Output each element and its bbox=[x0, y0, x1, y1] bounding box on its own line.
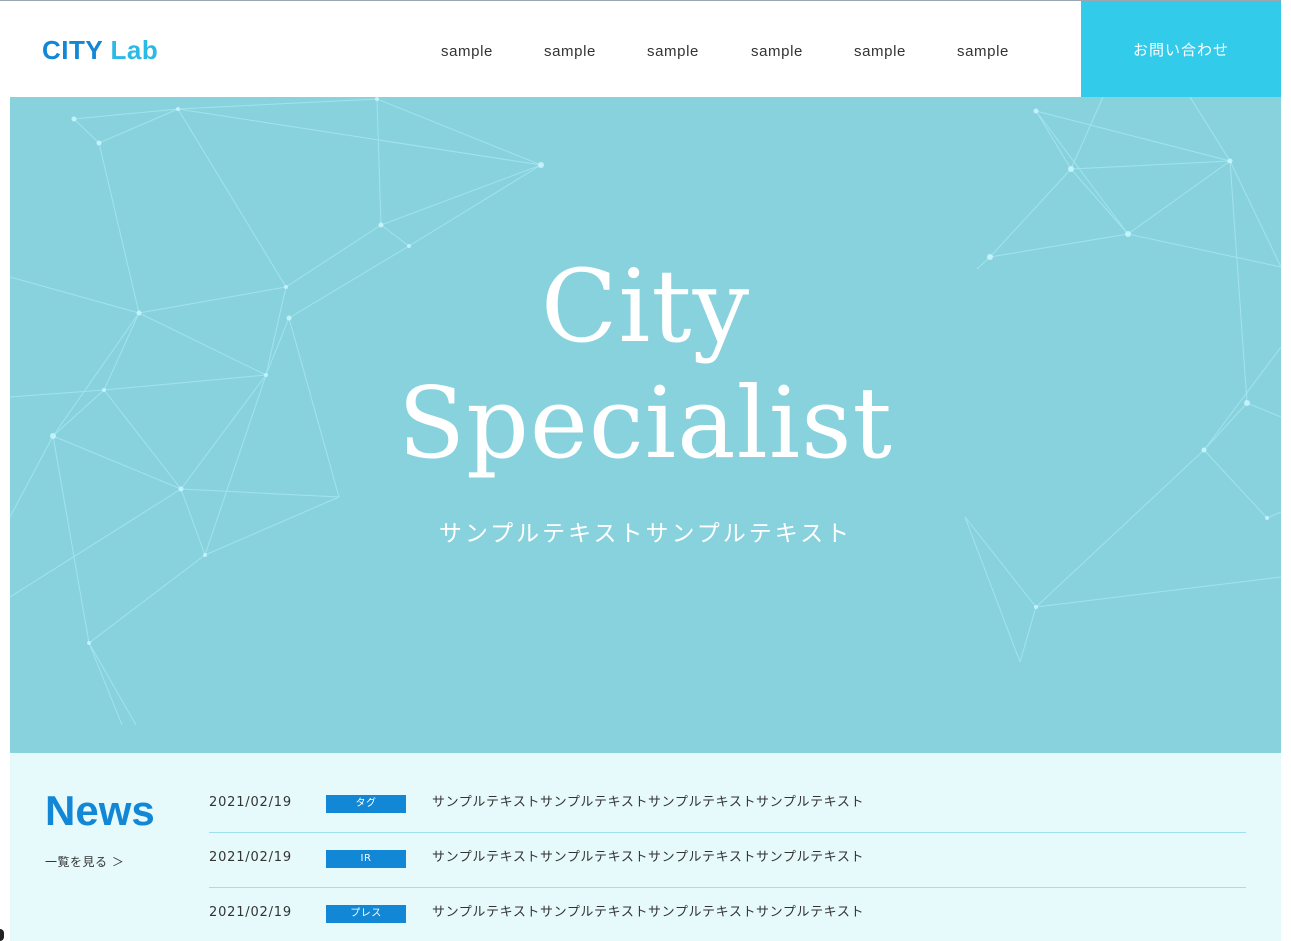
news-heading: News bbox=[45, 787, 155, 834]
contact-button[interactable]: お問い合わせ bbox=[1081, 1, 1281, 98]
news-section: News 一覧を見る ＞ 2021/02/19 タグ サンプルテキストサンプルテ… bbox=[10, 753, 1281, 941]
nav-item-6[interactable]: sample bbox=[957, 41, 1009, 63]
news-view-all-link[interactable]: 一覧を見る ＞ bbox=[45, 853, 124, 871]
window-corner-marker bbox=[0, 929, 4, 941]
hero-subtitle: サンプルテキストサンプルテキスト bbox=[438, 521, 853, 547]
news-item[interactable]: 2021/02/19 プレス サンプルテキストサンプルテキストサンプルテキストサ… bbox=[209, 863, 1246, 923]
news-headline[interactable]: サンプルテキストサンプルテキストサンプルテキストサンプルテキスト bbox=[432, 904, 864, 922]
hero-title-line-2: Specialist bbox=[398, 367, 893, 481]
news-item[interactable]: 2021/02/19 IR サンプルテキストサンプルテキストサンプルテキストサン… bbox=[209, 808, 1246, 888]
site-logo[interactable]: CITY Lab bbox=[42, 33, 158, 67]
nav-item-2[interactable]: sample bbox=[544, 41, 596, 63]
news-tag-badge: プレス bbox=[326, 905, 406, 923]
hero-section: City Specialist サンプルテキストサンプルテキスト bbox=[10, 97, 1281, 753]
logo-lab-text: Lab bbox=[110, 35, 159, 65]
news-date: 2021/02/19 bbox=[209, 905, 292, 920]
hero-title-line-1: City bbox=[540, 248, 751, 365]
nav-item-5[interactable]: sample bbox=[854, 41, 906, 63]
site-header: CITY Lab sample sample sample sample sam… bbox=[0, 0, 1281, 98]
logo-city-text: CITY bbox=[42, 35, 103, 65]
window-right-edge bbox=[1281, 0, 1291, 941]
nav-item-4[interactable]: sample bbox=[751, 41, 803, 63]
nav-item-1[interactable]: sample bbox=[441, 41, 493, 63]
news-item[interactable]: 2021/02/19 タグ サンプルテキストサンプルテキストサンプルテキストサン… bbox=[209, 753, 1246, 833]
nav-item-3[interactable]: sample bbox=[647, 41, 699, 63]
